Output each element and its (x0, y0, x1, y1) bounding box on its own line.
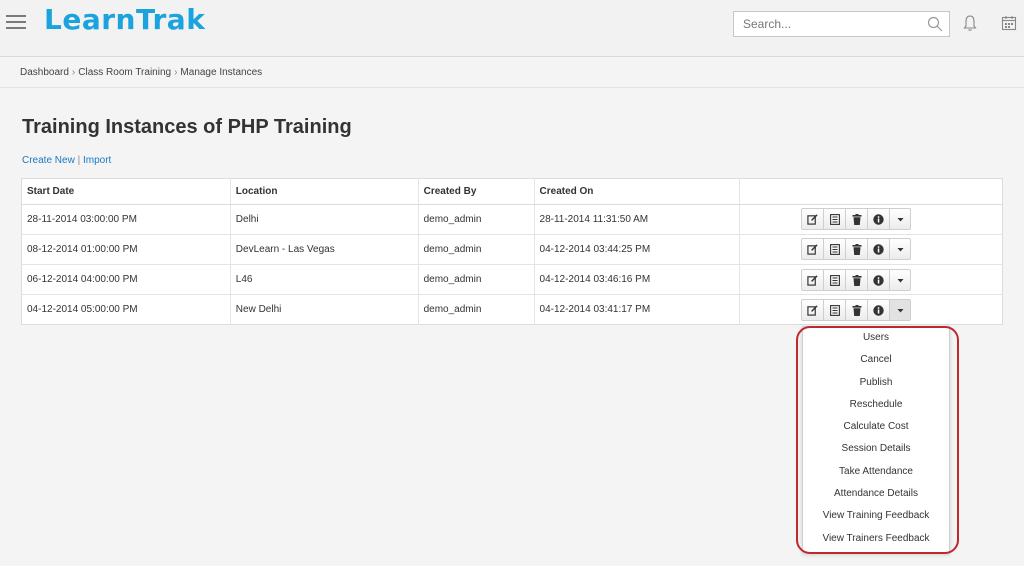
edit-icon (807, 274, 818, 286)
header-created-on: Created On (534, 178, 741, 205)
dropdown-item-reschedule[interactable]: Reschedule (803, 394, 949, 416)
edit-icon (807, 304, 818, 316)
dropdown-item-view-training-feedback[interactable]: View Training Feedback (803, 505, 949, 527)
details-button[interactable] (824, 270, 846, 290)
cell-start-date: 08-12-2014 01:00:00 PM (21, 234, 231, 265)
create-new-link[interactable]: Create New (22, 155, 75, 166)
cell-created-on: 04-12-2014 03:41:17 PM (534, 294, 741, 325)
actions-dropdown-menu: Users Cancel Publish Reschedule Calculate Co… (802, 326, 950, 553)
caret-down-icon (897, 247, 904, 252)
cell-created-on: 04-12-2014 03:44:25 PM (534, 234, 741, 265)
info-button[interactable] (868, 270, 890, 290)
delete-button[interactable] (846, 270, 868, 290)
info-button[interactable] (868, 209, 890, 229)
dropdown-item-take-attendance[interactable]: Take Attendance (803, 461, 949, 483)
cell-location: Delhi (230, 204, 419, 235)
info-button[interactable] (868, 300, 890, 320)
cell-created-by: demo_admin (418, 234, 535, 265)
caret-down-icon (897, 217, 904, 222)
app-logo[interactable]: LearnTrak (44, 3, 205, 36)
breadcrumb-class-room-training[interactable]: Class Room Training (78, 67, 171, 78)
more-actions-button[interactable] (890, 270, 910, 290)
row-action-buttons (801, 208, 911, 230)
dropdown-item-session-details[interactable]: Session Details (803, 438, 949, 460)
row-action-buttons (801, 269, 911, 291)
bell-icon[interactable] (962, 14, 978, 32)
search-icon[interactable] (927, 16, 943, 32)
info-button[interactable] (868, 239, 890, 259)
breadcrumb: Dashboard › Class Room Training › Manage Ins… (0, 58, 1024, 88)
cell-created-by: demo_admin (418, 264, 535, 295)
breadcrumb-current: Manage Instances (180, 67, 263, 78)
cell-location: New Delhi (230, 294, 419, 325)
delete-button[interactable] (846, 300, 868, 320)
details-button[interactable] (824, 239, 846, 259)
header-location: Location (230, 178, 419, 205)
dropdown-item-view-trainers-feedback[interactable]: View Trainers Feedback (803, 528, 949, 550)
trash-icon (852, 243, 862, 255)
import-link[interactable]: Import (83, 155, 111, 166)
table-header-row: Start Date Location Created By Created O… (21, 178, 1003, 205)
page-title: Training Instances of PHP Training (22, 116, 352, 138)
delete-button[interactable] (846, 209, 868, 229)
more-actions-button[interactable] (890, 300, 910, 320)
edit-button[interactable] (802, 239, 824, 259)
more-actions-button[interactable] (890, 209, 910, 229)
cell-location: L46 (230, 264, 419, 295)
calendar-icon[interactable] (1001, 15, 1017, 31)
menu-icon[interactable] (6, 15, 26, 29)
dropdown-item-users[interactable]: Users (803, 327, 949, 349)
edit-button[interactable] (802, 270, 824, 290)
breadcrumb-separator: › (174, 67, 178, 78)
header-start-date: Start Date (21, 178, 231, 205)
row-action-buttons (801, 299, 911, 321)
trash-icon (852, 213, 862, 225)
edit-icon (807, 213, 818, 225)
cell-start-date: 06-12-2014 04:00:00 PM (21, 264, 231, 295)
caret-down-icon (897, 308, 904, 313)
cell-location: DevLearn - Las Vegas (230, 234, 419, 265)
trash-icon (852, 274, 862, 286)
info-icon (873, 213, 884, 225)
cell-created-on: 04-12-2014 03:46:16 PM (534, 264, 741, 295)
details-button[interactable] (824, 209, 846, 229)
header-actions (739, 178, 1003, 205)
delete-button[interactable] (846, 239, 868, 259)
edit-button[interactable] (802, 300, 824, 320)
cell-start-date: 28-11-2014 03:00:00 PM (21, 204, 231, 235)
info-icon (873, 243, 884, 255)
trash-icon (852, 304, 862, 316)
caret-down-icon (897, 278, 904, 283)
header-created-by: Created By (418, 178, 535, 205)
list-icon (829, 213, 840, 225)
cell-created-by: demo_admin (418, 294, 535, 325)
search-box (733, 11, 950, 37)
actions-separator: | (77, 155, 81, 166)
more-actions-button[interactable] (890, 239, 910, 259)
dropdown-item-attendance-details[interactable]: Attendance Details (803, 483, 949, 505)
top-header: LearnTrak (0, 0, 1024, 57)
list-icon (829, 304, 840, 316)
breadcrumb-separator: › (71, 67, 76, 78)
breadcrumb-dashboard[interactable]: Dashboard (20, 67, 69, 78)
info-icon (873, 304, 884, 316)
cell-created-on: 28-11-2014 11:31:50 AM (534, 204, 741, 235)
list-icon (829, 243, 840, 255)
dropdown-item-calculate-cost[interactable]: Calculate Cost (803, 416, 949, 438)
list-icon (829, 274, 840, 286)
edit-icon (807, 243, 818, 255)
edit-button[interactable] (802, 209, 824, 229)
cell-start-date: 04-12-2014 05:00:00 PM (21, 294, 231, 325)
search-input[interactable] (734, 12, 914, 36)
info-icon (873, 274, 884, 286)
cell-created-by: demo_admin (418, 204, 535, 235)
page-actions: Create New | Import (22, 155, 111, 166)
row-action-buttons (801, 238, 911, 260)
details-button[interactable] (824, 300, 846, 320)
dropdown-item-cancel[interactable]: Cancel (803, 349, 949, 371)
dropdown-item-publish[interactable]: Publish (803, 372, 949, 394)
